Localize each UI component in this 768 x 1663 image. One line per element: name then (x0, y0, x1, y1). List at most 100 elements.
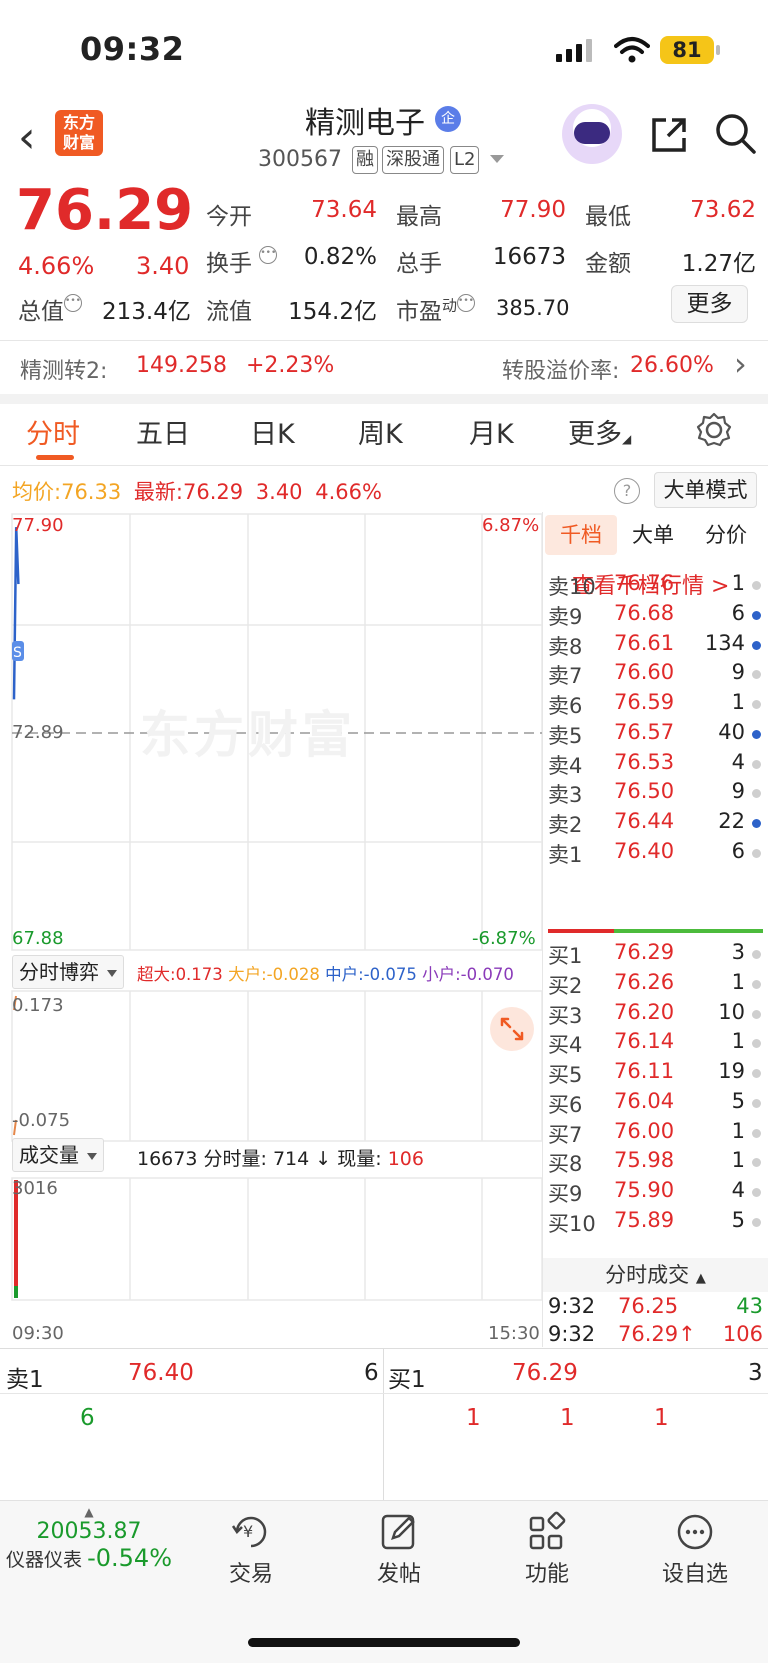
ask-level-row[interactable]: 卖5 76.57 40 (548, 720, 763, 750)
volume-panel-selector[interactable]: 成交量 (12, 1138, 104, 1172)
settings-gear-icon[interactable] (696, 412, 732, 448)
ask-level-row[interactable]: 卖8 76.61 134 (548, 631, 763, 661)
open-label: 今开 (206, 204, 252, 230)
caret-down-icon (87, 1153, 97, 1160)
level-label: 卖7 (548, 664, 583, 688)
nav-post-button[interactable] (344, 1510, 454, 1558)
market-cap-label[interactable]: 总值••• (18, 292, 82, 326)
more-button[interactable]: 更多 (671, 285, 748, 323)
price-series-line (12, 527, 20, 700)
level-price: 76.14 (614, 1029, 675, 1053)
bond-label: 精测转2: (20, 359, 108, 384)
bid-level-row[interactable]: 买9 75.90 4 (548, 1178, 763, 1208)
pe-label[interactable]: 市盈动••• (396, 292, 476, 326)
current-volume-label: 现量: (337, 1148, 382, 1170)
bid-level-row[interactable]: 买6 76.04 5 (548, 1089, 763, 1119)
volume-panel-title: 成交量 (19, 1143, 79, 1167)
big-order-mode-button[interactable]: 大单模式 (654, 472, 757, 508)
level-label: 买7 (548, 1123, 583, 1147)
volume-bar (14, 1286, 18, 1298)
home-indicator (248, 1638, 520, 1647)
latest-change: 3.40 (255, 480, 303, 504)
bid-level-row[interactable]: 买10 75.89 5 (548, 1208, 763, 1238)
ask-level-row[interactable]: 卖10 76.76 1 (548, 571, 763, 601)
tag-shenzhen-connect: 深股通 (382, 146, 444, 174)
ask-bid-ratio-green (614, 929, 763, 933)
change-percent: 4.66% (18, 252, 95, 280)
tab-daily-k[interactable]: 日K (250, 412, 295, 451)
bid-level-row[interactable]: 买5 76.11 19 (548, 1059, 763, 1089)
robot-assistant-avatar[interactable] (562, 104, 622, 164)
level-label: 卖10 (548, 575, 596, 599)
ask-level-row[interactable]: 卖7 76.60 9 (548, 660, 763, 690)
convertible-bond-row[interactable]: 精测转2: 149.258 +2.23% 转股溢价率: 26.60% › (0, 341, 768, 395)
turnover-label[interactable]: 换手 ••• (206, 244, 278, 278)
sector-index-widget[interactable]: ▲ 20053.87 仪器仪表 -0.54% (0, 1505, 178, 1572)
logo-text: 东方财富 (62, 113, 95, 152)
tick-time: 9:32 (548, 1294, 596, 1318)
bid-level-row[interactable]: 买2 76.26 1 (548, 970, 763, 1000)
bid-queue-item: 1 (654, 1405, 669, 1431)
level-label: 买10 (548, 1212, 596, 1236)
bid-queue-item: 1 (560, 1405, 575, 1431)
bid-level-row[interactable]: 买8 75.98 1 (548, 1148, 763, 1178)
section-gap (0, 394, 768, 404)
tab-intraday[interactable]: 分时 (26, 412, 80, 451)
level-label: 买8 (548, 1152, 583, 1176)
nav-functions-button[interactable] (492, 1510, 602, 1558)
stock-name[interactable]: 精测电子 (305, 98, 425, 142)
bid-level-row[interactable]: 买4 76.14 1 (548, 1029, 763, 1059)
tab-thousand-levels[interactable]: 千档 (545, 515, 617, 555)
level-volume: 1 (731, 571, 745, 595)
level-dot-icon (752, 1218, 761, 1227)
back-chevron-icon[interactable]: ‹ (18, 112, 36, 163)
tab-monthly-k[interactable]: 月K (469, 412, 514, 451)
ask-level-row[interactable]: 卖6 76.59 1 (548, 690, 763, 720)
amount-value: 1.27亿 (681, 251, 756, 277)
level-volume: 1 (731, 1119, 745, 1143)
ticks-header[interactable]: 分时成交 ▲ (543, 1258, 768, 1292)
game-panel-selector[interactable]: 分时博弈 (12, 955, 124, 989)
chevron-down-icon[interactable] (490, 155, 504, 163)
info-dots-icon: ••• (457, 294, 476, 312)
tab-more[interactable]: 更多◢ (568, 412, 631, 451)
ask-level-row[interactable]: 卖4 76.53 4 (548, 750, 763, 780)
tab-price-distribution[interactable]: 分价 (689, 515, 763, 555)
game-panel-grid (11, 990, 543, 1142)
help-question-icon[interactable]: ? (614, 478, 640, 504)
intraday-chart[interactable]: S (0, 510, 545, 1340)
bid-level-row[interactable]: 买1 76.29 3 (548, 940, 763, 970)
bottom-bid-label: 买1 (388, 1367, 426, 1393)
bid-level-row[interactable]: 买3 76.20 10 (548, 1000, 763, 1030)
share-icon[interactable] (648, 114, 690, 156)
low-value: 73.62 (690, 197, 756, 223)
ask-level-row[interactable]: 卖9 76.68 6 (548, 601, 763, 631)
bid-level-row[interactable]: 买7 76.00 1 (548, 1119, 763, 1149)
ask-level-row[interactable]: 卖2 76.44 22 (548, 809, 763, 839)
time-axis-start: 09:30 (12, 1323, 64, 1344)
tick-volume: 106 (722, 1322, 763, 1346)
tab-weekly-k[interactable]: 周K (358, 412, 403, 451)
tab-big-orders[interactable]: 大单 (617, 515, 689, 555)
ask-level-row[interactable]: 卖3 76.50 9 (548, 779, 763, 809)
level-price: 75.89 (614, 1208, 675, 1232)
search-icon[interactable] (714, 112, 758, 156)
bid-queue-item: 1 (466, 1405, 481, 1431)
status-bar: 09:32 81 (0, 0, 768, 100)
level-label: 卖8 (548, 635, 583, 659)
pe-value: 385.70 (496, 296, 570, 320)
high-label: 最高 (396, 204, 442, 230)
time-axis-end: 15:30 (488, 1323, 540, 1344)
sector-index-change: -0.54% (87, 1544, 172, 1572)
turnover-label-text: 换手 (206, 251, 252, 277)
ask-level-row[interactable]: 卖1 76.40 6 (548, 839, 763, 869)
level-price: 76.76 (614, 571, 675, 595)
latest-label: 最新: (133, 480, 183, 504)
level-volume: 1 (731, 690, 745, 714)
tab-five-day[interactable]: 五日 (136, 412, 190, 451)
nav-add-watchlist-button[interactable] (640, 1510, 750, 1558)
nav-trade-button[interactable]: ¥ (196, 1510, 306, 1558)
volume-label: 总手 (396, 251, 442, 277)
expand-icon[interactable] (490, 1007, 534, 1051)
turnover-value: 0.82% (303, 244, 377, 270)
